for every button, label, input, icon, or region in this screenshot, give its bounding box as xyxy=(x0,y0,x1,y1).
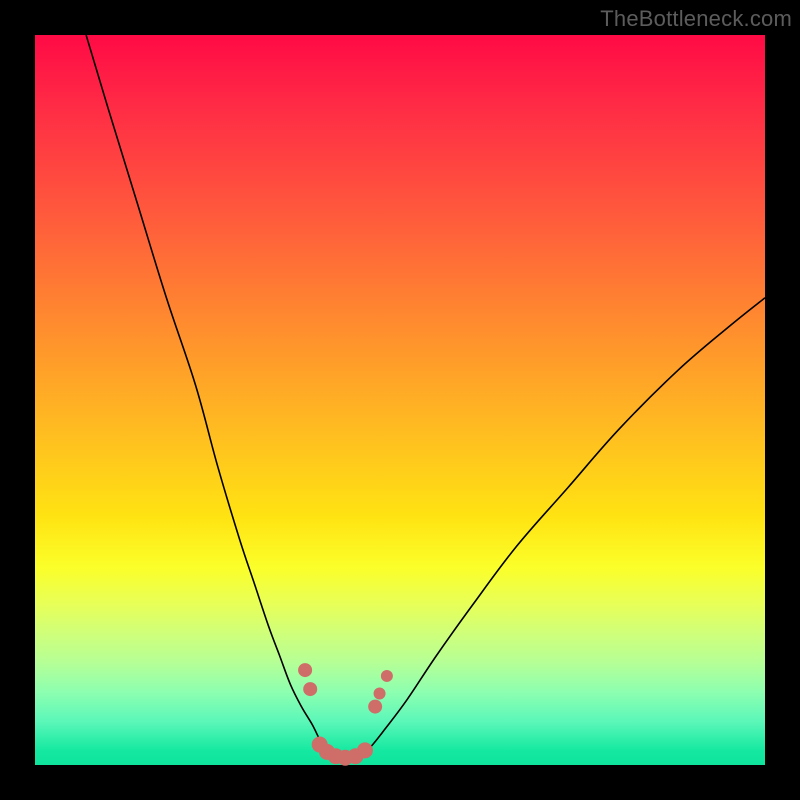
dot-right-2 xyxy=(374,687,386,699)
dot-right-1 xyxy=(368,700,382,714)
dot-right-3 xyxy=(381,670,393,682)
chart-container: TheBottleneck.com xyxy=(0,0,800,800)
right-curve-path xyxy=(360,298,765,756)
watermark-text: TheBottleneck.com xyxy=(600,6,792,32)
dot-left-lower xyxy=(303,682,317,696)
dot-left-upper xyxy=(298,663,312,677)
chart-svg xyxy=(35,35,765,765)
data-points-group xyxy=(298,663,393,766)
left-curve-path xyxy=(86,35,333,756)
dot-floor-6 xyxy=(357,742,373,758)
